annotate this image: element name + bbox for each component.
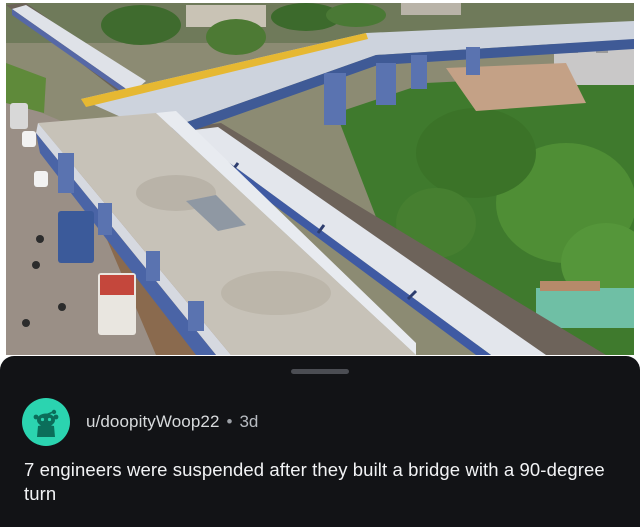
post-media-container: [0, 0, 640, 356]
post-author-username[interactable]: u/doopityWoop22: [86, 412, 220, 432]
aerial-bridge-photo: [6, 3, 634, 355]
post-image[interactable]: [6, 3, 634, 355]
meta-separator: •: [226, 412, 233, 431]
drag-handle-icon[interactable]: [291, 369, 349, 374]
post-author-row: u/doopityWoop22 • 3d: [22, 398, 258, 446]
post-sheet: u/doopityWoop22 • 3d 7 engineers were su…: [0, 356, 640, 527]
post-title[interactable]: 7 engineers were suspended after they bu…: [24, 458, 614, 506]
reddit-snoo-icon[interactable]: [22, 398, 70, 446]
post-age: 3d: [239, 412, 259, 431]
snoo-glyph: [33, 409, 59, 437]
